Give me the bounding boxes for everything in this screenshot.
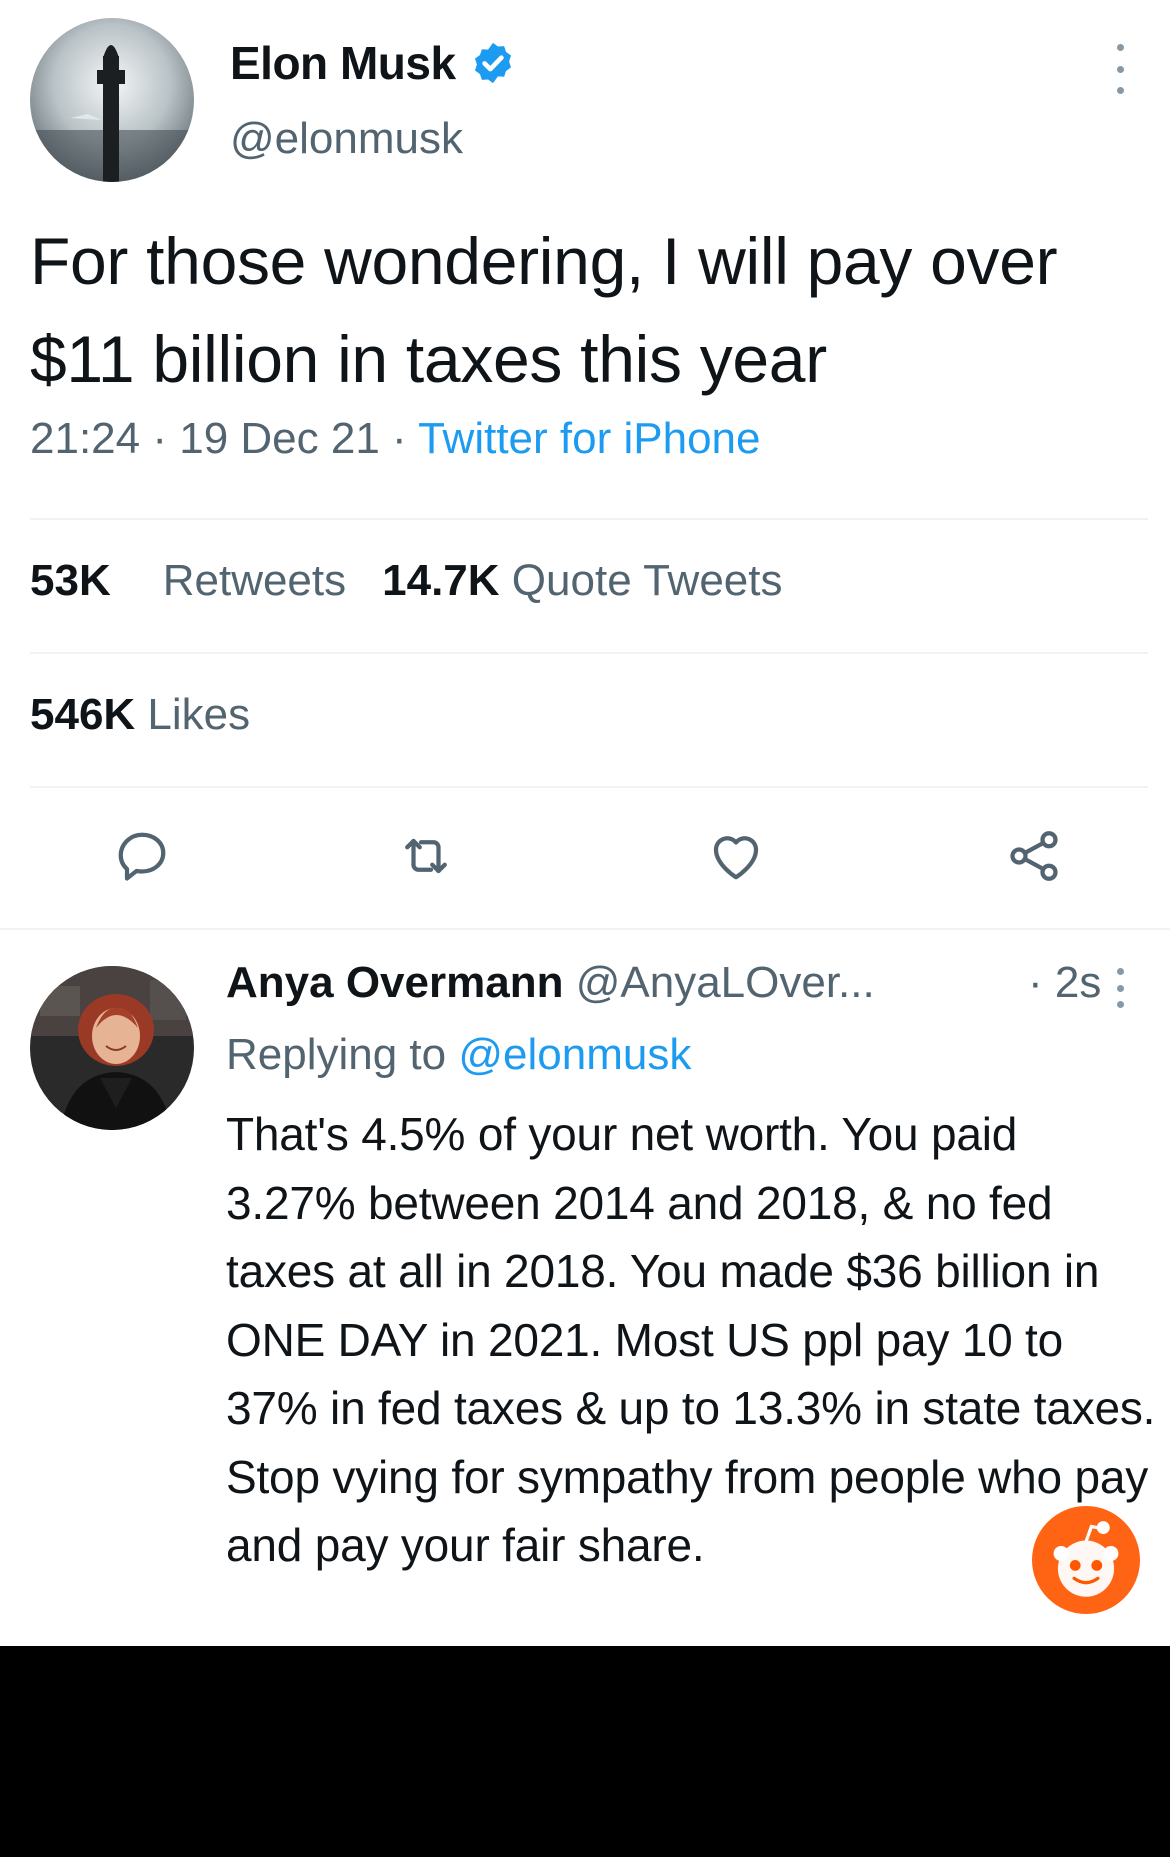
quote-tweets-label[interactable]: Quote Tweets bbox=[512, 556, 783, 605]
author-name[interactable]: Elon Musk bbox=[230, 36, 456, 90]
tweet-screen: Elon Musk @elonmusk For those wondering,… bbox=[0, 0, 1170, 1646]
like-icon[interactable] bbox=[706, 826, 766, 886]
thread-separator bbox=[0, 928, 1170, 930]
starship-avatar-image bbox=[30, 18, 194, 182]
replying-to-line: Replying to @elonmusk bbox=[226, 1030, 691, 1080]
reply-icon[interactable] bbox=[112, 826, 172, 886]
more-options-icon[interactable] bbox=[1110, 44, 1130, 94]
reply-more-options-icon[interactable] bbox=[1110, 968, 1130, 1008]
replying-label: Replying to bbox=[226, 1030, 447, 1079]
retweets-count[interactable]: 53K bbox=[30, 556, 111, 605]
author-handle[interactable]: @elonmusk bbox=[230, 114, 463, 164]
author-name-row[interactable]: Elon Musk bbox=[230, 36, 516, 90]
like-stats: 546K Likes bbox=[30, 690, 250, 740]
meta-separator: · bbox=[379, 414, 419, 463]
retweets-label[interactable]: Retweets bbox=[163, 556, 346, 605]
replying-to-mention[interactable]: @elonmusk bbox=[458, 1030, 691, 1079]
retweet-icon[interactable] bbox=[396, 826, 456, 886]
tweet-text: For those wondering, I will pay over $11… bbox=[30, 224, 1058, 396]
verified-badge-icon bbox=[470, 40, 516, 86]
divider bbox=[30, 518, 1148, 520]
bottom-black-area bbox=[0, 1646, 1170, 1857]
divider bbox=[30, 652, 1148, 654]
quote-tweets-count[interactable]: 14.7K bbox=[382, 556, 499, 605]
tweet-meta: 21:24 · 19 Dec 21 · Twitter for iPhone bbox=[30, 414, 760, 464]
likes-label[interactable]: Likes bbox=[147, 690, 250, 739]
reply-author-name[interactable]: Anya Overmann bbox=[226, 958, 563, 1007]
tweet-time: 21:24 bbox=[30, 414, 141, 463]
likes-count[interactable]: 546K bbox=[30, 690, 135, 739]
tweet-source-link[interactable]: Twitter for iPhone bbox=[418, 414, 760, 463]
tweet-date: 19 Dec 21 bbox=[179, 414, 380, 463]
author-avatar[interactable] bbox=[30, 18, 194, 182]
reply-author-handle[interactable]: @AnyaLOver... bbox=[576, 958, 875, 1007]
reply-author-avatar[interactable] bbox=[30, 966, 194, 1130]
meta-separator: · bbox=[140, 414, 180, 463]
reply-timestamp[interactable]: · 2s bbox=[1028, 958, 1101, 1008]
reply-avatar-image bbox=[30, 966, 194, 1130]
reply-text: That's 4.5% of your net worth. You paid … bbox=[226, 1108, 1156, 1571]
tweet-actions bbox=[0, 826, 1170, 890]
reddit-logo-icon bbox=[1032, 1506, 1140, 1614]
divider bbox=[30, 786, 1148, 788]
retweet-stats: 53K Retweets 14.7K Quote Tweets bbox=[30, 556, 782, 606]
share-icon[interactable] bbox=[1004, 826, 1064, 886]
reply-header: Anya Overmann @AnyaLOver... · 2s bbox=[226, 958, 1126, 1008]
